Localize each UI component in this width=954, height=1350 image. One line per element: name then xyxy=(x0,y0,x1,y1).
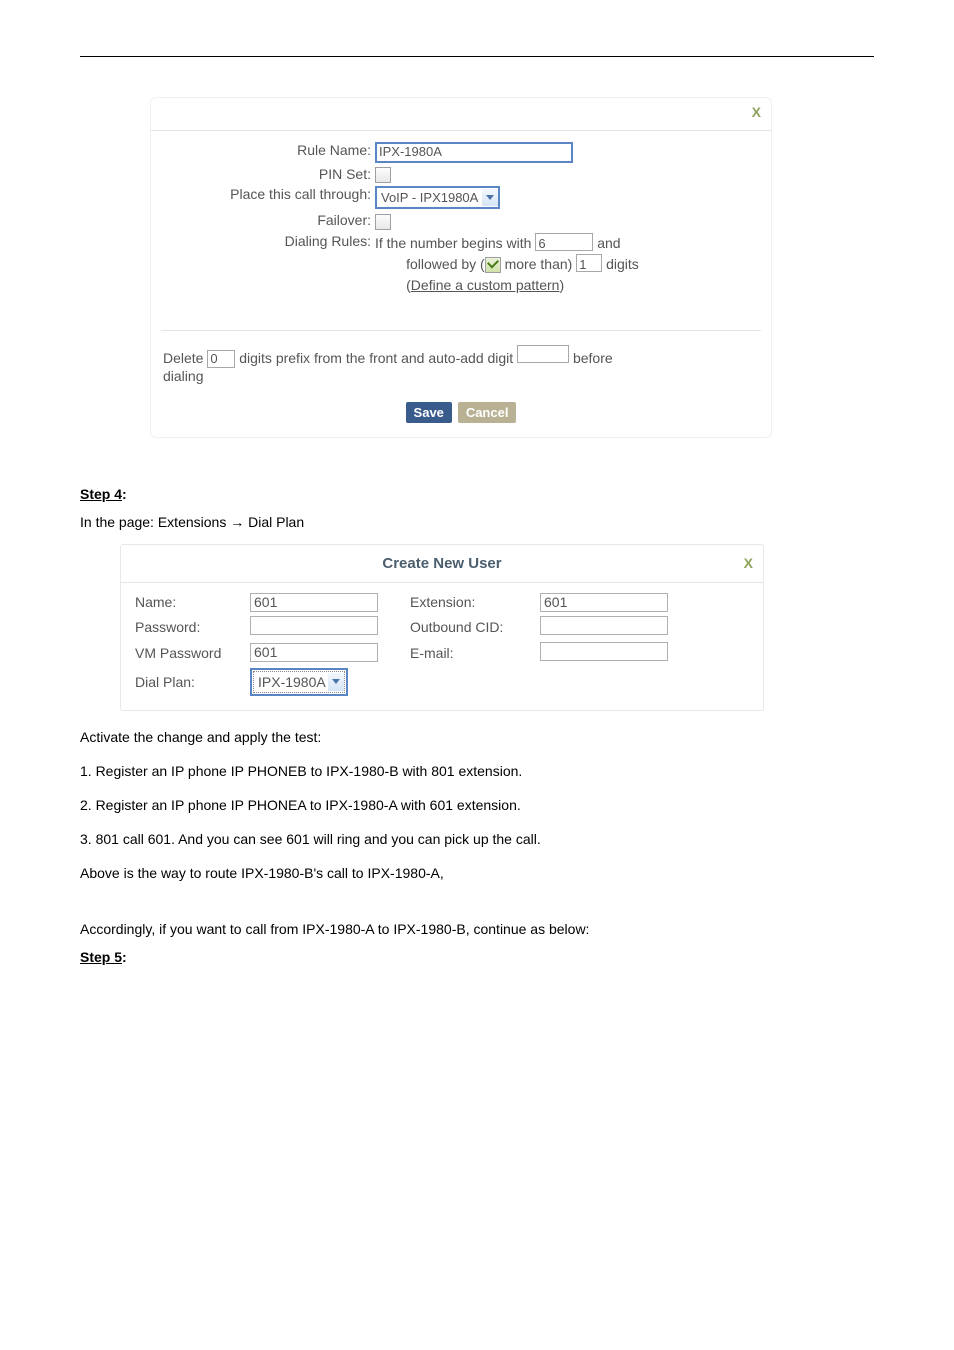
failover-checkbox[interactable] xyxy=(375,214,391,230)
extension-label: Extension: xyxy=(410,594,540,610)
vm-password-input[interactable]: 601 xyxy=(250,643,378,662)
name-input[interactable]: 601 xyxy=(250,593,378,612)
vm-password-label: VM Password xyxy=(135,645,250,661)
dialog1-header: X xyxy=(151,98,771,131)
failover-label: Failover: xyxy=(161,212,375,228)
pattern-wrap-r: ) xyxy=(559,277,564,293)
auto-add-digit-input[interactable] xyxy=(517,345,569,363)
after-l4: 3. 801 call 601. And you can see 601 wil… xyxy=(80,825,874,853)
after-l3: 2. Register an IP phone IP PHONEA to IPX… xyxy=(80,791,874,819)
rule-name-input[interactable]: IPX-1980A xyxy=(375,142,573,163)
password-label: Password: xyxy=(135,619,250,635)
dr-text-b: and xyxy=(597,235,620,251)
dial-plan-select[interactable]: IPX-1980A xyxy=(253,671,345,693)
step4-heading: Step 4 xyxy=(80,486,122,502)
create-user-dialog: Create New User X Name: 601 Extension: 6… xyxy=(120,544,764,711)
close-icon[interactable]: X xyxy=(744,555,753,571)
place-through-select[interactable]: VoIP - IPX1980A xyxy=(375,186,500,209)
outbound-cid-input[interactable] xyxy=(540,616,668,635)
close-icon[interactable]: X xyxy=(752,104,761,120)
dialing-text: dialing xyxy=(163,368,203,384)
dr-text-c-l: followed by ( xyxy=(406,256,485,272)
pin-set-checkbox[interactable] xyxy=(375,167,391,183)
cancel-button[interactable]: Cancel xyxy=(458,402,517,423)
delete-digits-input[interactable]: 0 xyxy=(207,350,235,368)
step4-colon: : xyxy=(122,486,127,502)
define-pattern-link[interactable]: Define a custom pattern xyxy=(411,277,560,293)
step4-line: In the page: Extensions → Dial Plan xyxy=(80,508,874,536)
place-through-value: VoIP - IPX1980A xyxy=(381,190,478,205)
more-than-checkbox[interactable] xyxy=(485,257,501,273)
step5-colon: : xyxy=(122,949,127,965)
dial-plan-label: Dial Plan: xyxy=(135,674,250,690)
pin-set-label: PIN Set: xyxy=(161,166,375,182)
step5-heading: Step 5 xyxy=(80,949,122,965)
chevron-down-icon xyxy=(328,673,344,691)
calling-rule-dialog: X Rule Name: IPX-1980A PIN Set: Place th… xyxy=(150,97,772,438)
place-through-label: Place this call through: xyxy=(161,186,375,202)
outbound-cid-label: Outbound CID: xyxy=(410,619,540,635)
follow-digits-input[interactable]: 1 xyxy=(576,254,602,272)
password-input[interactable] xyxy=(250,616,378,635)
dialing-rules-label: Dialing Rules: xyxy=(161,233,375,249)
after-l2: 1. Register an IP phone IP PHONEB to IPX… xyxy=(80,757,874,785)
rule-name-label: Rule Name: xyxy=(161,142,375,158)
email-input[interactable] xyxy=(540,642,668,661)
dial-plan-value: IPX-1980A xyxy=(258,674,326,690)
dialog2-title: Create New User xyxy=(382,555,501,572)
dr-text-a: If the number begins with xyxy=(375,235,531,251)
delete-mid-text: digits prefix from the front and auto-ad… xyxy=(239,350,513,366)
chevron-down-icon xyxy=(482,189,498,206)
name-label: Name: xyxy=(135,594,250,610)
extension-input[interactable]: 601 xyxy=(540,593,668,612)
delete-label: Delete xyxy=(163,350,203,366)
email-label: E-mail: xyxy=(410,645,540,661)
after-l6: Accordingly, if you want to call from IP… xyxy=(80,915,874,943)
dr-text-e: digits xyxy=(606,256,639,272)
top-rule xyxy=(80,56,874,57)
before-text: before xyxy=(573,350,613,366)
dialog1-separator xyxy=(161,330,761,331)
save-button[interactable]: Save xyxy=(406,402,452,423)
begins-with-input[interactable]: 6 xyxy=(535,233,593,251)
dr-text-d: more than) xyxy=(505,256,573,272)
after-l1: Activate the change and apply the test: xyxy=(80,723,874,751)
after-l5: Above is the way to route IPX-1980-B's c… xyxy=(80,859,874,887)
dialog2-header: Create New User X xyxy=(121,545,763,583)
